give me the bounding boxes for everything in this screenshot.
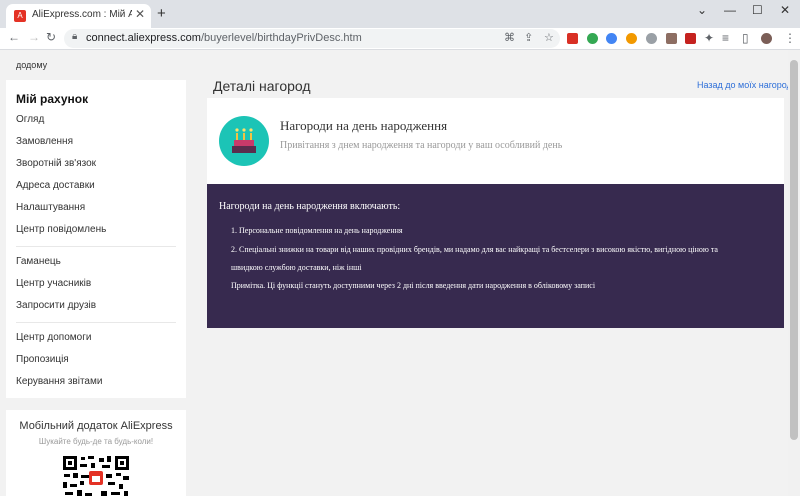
translate-icon[interactable]: ⌘ bbox=[504, 31, 515, 44]
sidebar-item-overview[interactable]: Огляд bbox=[16, 114, 44, 125]
tab-search-icon[interactable]: ⌄ bbox=[697, 3, 707, 17]
reward-details-heading: Нагороди на день народження включають: bbox=[219, 201, 401, 212]
reward-item-2-cont: швидкою службою доставки, ніж інші bbox=[231, 263, 362, 272]
mobile-app-promo: Мобільний додаток AliExpress Шукайте буд… bbox=[6, 410, 186, 496]
lock-icon: 🔒︎ bbox=[72, 31, 78, 42]
reward-note: Примітка. Ці функції стануть доступними … bbox=[231, 281, 596, 290]
browser-toolbar: ← → ↻ 🔒︎ connect.aliexpress.com/buyerlev… bbox=[0, 28, 800, 50]
shield-extension-icon[interactable] bbox=[685, 33, 696, 44]
page-content: додому Мій рахунок Огляд Замовлення Звор… bbox=[0, 50, 792, 496]
minimize-button[interactable]: — bbox=[724, 3, 736, 17]
browser-tabstrip: A AliExpress.com : Мій AliExpress ✕ + ⌄ … bbox=[0, 0, 800, 28]
sidebar-item-orders[interactable]: Замовлення bbox=[16, 136, 73, 147]
qr-code-icon bbox=[61, 454, 131, 496]
reward-item-2: 2. Спеціальні знижки на товари від наших… bbox=[231, 245, 718, 254]
account-sidebar: Мій рахунок Огляд Замовлення Зворотній з… bbox=[6, 80, 186, 398]
sidebar-item-help-center[interactable]: Центр допомоги bbox=[16, 332, 91, 343]
sidebar-item-wallet[interactable]: Гаманець bbox=[16, 256, 61, 267]
sidebar-divider bbox=[16, 246, 176, 247]
bookmark-star-icon[interactable]: ☆ bbox=[544, 31, 554, 44]
sidebar-item-suggestion[interactable]: Пропозиція bbox=[16, 354, 69, 365]
url-text: connect.aliexpress.com/buyerlevel/birthd… bbox=[86, 32, 362, 44]
extensions-puzzle-icon[interactable]: ✦ bbox=[704, 31, 714, 45]
sidebar-divider bbox=[16, 322, 176, 323]
birthday-cake-icon bbox=[219, 116, 269, 166]
sidebar-item-invite-friends[interactable]: Запросити друзів bbox=[16, 300, 96, 311]
back-to-rewards-link[interactable]: Назад до моїх нагород bbox=[697, 80, 792, 90]
tab-title: AliExpress.com : Мій AliExpress bbox=[32, 9, 132, 20]
reward-card-title: Нагороди на день народження bbox=[280, 118, 448, 133]
orange-extension-icon[interactable] bbox=[626, 33, 637, 44]
app-promo-subtitle: Шукайте будь-де та будь-коли! bbox=[38, 437, 154, 446]
reload-icon[interactable]: ↻ bbox=[46, 30, 56, 44]
sidebar-item-shipping-address[interactable]: Адреса доставки bbox=[16, 180, 95, 191]
page-scrollbar[interactable] bbox=[788, 50, 800, 496]
sidebar-item-message-center[interactable]: Центр повідомлень bbox=[16, 224, 106, 235]
tab-close-icon[interactable]: ✕ bbox=[135, 7, 145, 21]
sidebar-item-report-management[interactable]: Керування звітами bbox=[16, 376, 102, 387]
birthday-reward-card: Нагороди на день народження Привітання з… bbox=[207, 98, 784, 184]
sidebar-title: Мій рахунок bbox=[16, 92, 89, 106]
address-bar[interactable]: 🔒︎ connect.aliexpress.com/buyerlevel/bir… bbox=[64, 29, 560, 48]
sidebar-item-member-center[interactable]: Центр учасників bbox=[16, 278, 91, 289]
globe-extension-icon[interactable] bbox=[646, 33, 657, 44]
sidebar-item-settings[interactable]: Налаштування bbox=[16, 202, 85, 213]
reward-card-subtitle: Привітання з днем народження та нагороди… bbox=[280, 140, 563, 151]
breadcrumb-home[interactable]: додому bbox=[16, 60, 47, 70]
aliexpress-favicon-icon: A bbox=[14, 10, 26, 22]
browser-tab[interactable]: A AliExpress.com : Мій AliExpress ✕ bbox=[6, 4, 151, 28]
close-window-button[interactable]: ✕ bbox=[780, 3, 790, 17]
app-promo-title: Мобільний додаток AliExpress bbox=[19, 420, 173, 432]
forward-arrow-icon[interactable]: → bbox=[28, 30, 40, 44]
back-arrow-icon[interactable]: ← bbox=[8, 30, 20, 44]
chrome-extension-icon[interactable] bbox=[606, 33, 617, 44]
green-extension-icon[interactable] bbox=[587, 33, 598, 44]
reading-list-icon[interactable]: ≡ bbox=[722, 31, 729, 45]
profile-avatar[interactable] bbox=[761, 33, 772, 44]
reward-item-1: 1. Персональне повідомлення на день наро… bbox=[231, 226, 403, 235]
menu-kebab-icon[interactable]: ⋮ bbox=[784, 31, 796, 45]
page-title: Деталі нагород bbox=[213, 78, 311, 94]
new-tab-button[interactable]: + bbox=[157, 5, 166, 22]
brown-extension-icon[interactable] bbox=[666, 33, 677, 44]
reward-details-panel: Нагороди на день народження включають: 1… bbox=[207, 184, 784, 328]
sidebar-item-feedback[interactable]: Зворотній зв'язок bbox=[16, 158, 96, 169]
share-icon[interactable]: ⇪ bbox=[524, 31, 533, 44]
side-panel-icon[interactable]: ▯ bbox=[742, 31, 749, 45]
scrollbar-thumb[interactable] bbox=[790, 60, 798, 440]
gmail-extension-icon[interactable] bbox=[567, 33, 578, 44]
maximize-button[interactable]: ☐ bbox=[752, 3, 763, 17]
